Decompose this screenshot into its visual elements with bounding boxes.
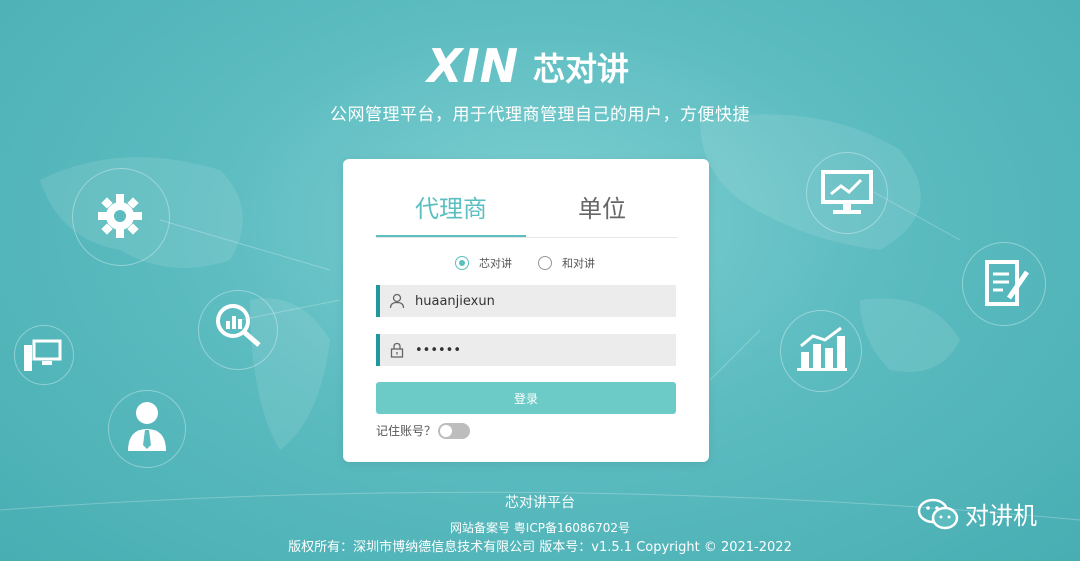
radio-label: 芯对讲 <box>479 257 512 270</box>
magnifier-chart-icon <box>208 296 268 356</box>
wechat-watermark: 对讲机 <box>917 496 1037 531</box>
subtitle: 公网管理平台，用于代理商管理自己的用户，方便快捷 <box>330 105 750 125</box>
password-field <box>376 334 676 366</box>
wechat-icon <box>917 498 959 529</box>
svg-text:芯对讲: 芯对讲 <box>533 50 629 88</box>
radio-dot <box>538 256 552 270</box>
username-input[interactable] <box>413 292 657 310</box>
login-tabs: 代理商 单位 <box>376 189 677 238</box>
brand-logo: XIN 芯对讲 <box>0 36 1080 92</box>
radio-xin-intercom[interactable]: 芯对讲 <box>455 255 512 271</box>
remember-account: 记住账号？ <box>376 422 471 439</box>
monitor-chart-icon <box>818 166 876 218</box>
login-card: 代理商 单位 芯对讲 和对讲 登录 记住账号？ <box>343 159 709 462</box>
watermark-label: 对讲机 <box>965 502 1037 530</box>
gear-icon <box>92 188 148 244</box>
remember-label: 记住账号？ <box>376 424 437 438</box>
lock-icon <box>390 342 404 358</box>
tab-unit[interactable]: 单位 <box>527 189 677 229</box>
username-field <box>376 285 676 317</box>
xin-logo-icon: XIN 芯对讲 <box>425 39 629 92</box>
remember-toggle[interactable] <box>438 422 471 439</box>
footer-copyright: 版权所有：深圳市博纳德信息技术有限公司 版本号：v1.5.1 Copyright… <box>288 540 792 555</box>
user-icon <box>389 293 405 309</box>
radio-he-intercom[interactable]: 和对讲 <box>538 255 595 271</box>
platform-radio-group: 芯对讲 和对讲 <box>343 255 709 273</box>
svg-text:XIN: XIN <box>425 39 518 92</box>
computer-icon <box>20 336 64 376</box>
password-input[interactable] <box>413 341 657 359</box>
user-tie-icon <box>120 398 174 454</box>
document-edit-icon <box>978 256 1034 312</box>
login-button[interactable]: 登录 <box>376 382 676 414</box>
bar-chart-icon <box>792 322 850 374</box>
radio-dot <box>455 256 469 270</box>
radio-label: 和对讲 <box>562 257 595 270</box>
tab-agent[interactable]: 代理商 <box>376 189 526 237</box>
